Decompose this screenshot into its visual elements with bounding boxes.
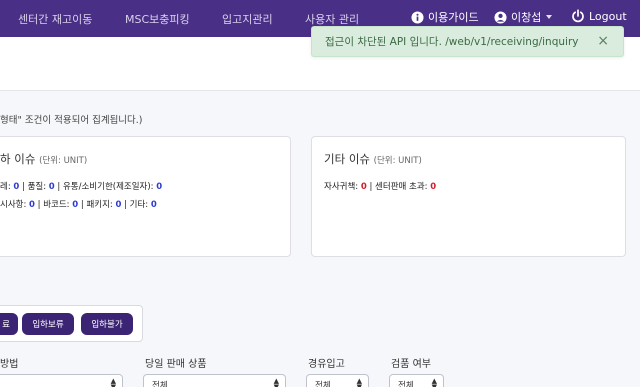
card-unit: (단위: UNIT)	[39, 156, 88, 166]
select-arrows-icon: ▲ ▼	[356, 377, 362, 387]
same-day-select[interactable]: 전체 ▲ ▼	[143, 374, 286, 387]
issue-label: | 패키지:	[78, 200, 116, 210]
issue-label: 레:	[0, 182, 14, 192]
issue-label: | 바코드:	[34, 200, 73, 210]
power-icon	[572, 9, 584, 23]
logout-label: Logout	[589, 9, 627, 23]
card-title-text: 하 이슈	[0, 152, 36, 166]
status-reject-button[interactable]: 입하불가	[81, 313, 133, 335]
user-icon	[494, 10, 507, 24]
issue-label: | 센터판매 초과:	[366, 182, 431, 192]
user-name: 이창섭	[511, 11, 542, 24]
toast-message: 접근이 차단된 API 입니다. /web/v1/receiving/inqui…	[325, 36, 579, 48]
method-select[interactable]: ▲ ▼	[0, 374, 123, 387]
status-hold-button[interactable]: 입하보류	[22, 313, 74, 335]
filter-label-same-day: 당일 판매 상품	[145, 359, 207, 370]
issue-count: 0	[156, 182, 163, 192]
issue-line-2: 시사항: 0 | 바코드: 0 | 패키지: 0 | 기타: 0	[0, 198, 157, 210]
select-arrows-icon: ▲ ▼	[273, 377, 279, 387]
select-value: 전체	[315, 381, 331, 387]
filter-label-method: 방법	[0, 359, 19, 370]
other-issue-line: 자사귀책: 0 | 센터판매 초과: 0	[324, 180, 436, 192]
nav-item-user-management[interactable]: 사용자 관리	[305, 11, 359, 27]
inspection-select[interactable]: 전체 ▲ ▼	[389, 374, 444, 387]
chevron-down-icon	[546, 15, 553, 19]
issue-label: 시사항:	[0, 200, 30, 210]
close-icon[interactable]: ×	[597, 33, 609, 49]
guide-link[interactable]: 이용가이드	[411, 9, 479, 25]
issue-count: 0	[150, 200, 157, 210]
issue-label: 자사귀책:	[324, 182, 361, 192]
issue-label: | 유통/소비기한(제조일자):	[54, 182, 157, 192]
card-unit: (단위: UNIT)	[373, 156, 422, 166]
user-menu[interactable]: 이창섭	[494, 9, 553, 25]
card-title-text: 기타 이슈	[324, 152, 370, 166]
nav-item-msc-replenish[interactable]: MSC보충피킹	[125, 11, 190, 27]
status-complete-button[interactable]: 료	[0, 313, 18, 335]
error-toast: 접근이 차단된 API 입니다. /web/v1/receiving/inqui…	[311, 26, 624, 57]
select-arrows-icon: ▲ ▼	[431, 377, 437, 387]
filter-label-inspection: 검품 여부	[391, 359, 431, 370]
issue-label: | 품질:	[19, 182, 49, 192]
select-value: 전체	[398, 381, 414, 387]
other-issue-title: 기타 이슈 (단위: UNIT)	[324, 151, 422, 167]
issue-label: | 기타:	[121, 200, 151, 210]
filter-label-via-inbound: 경유입고	[308, 359, 345, 370]
issue-line-1: 레: 0 | 품질: 0 | 유통/소비기한(제조일자): 0	[0, 180, 162, 192]
select-value: 전체	[152, 381, 168, 387]
nav-item-inbound-site[interactable]: 입고지관리	[222, 11, 273, 27]
aggregation-note: 형태" 조건이 적용되어 집계됩니다.)	[0, 115, 143, 126]
issue-count: 0	[430, 182, 437, 192]
inbound-issue-title: 하 이슈 (단위: UNIT)	[0, 151, 87, 167]
via-inbound-select[interactable]: 전체 ▲ ▼	[306, 374, 369, 387]
guide-label: 이용가이드	[428, 11, 479, 24]
nav-item-center-transfer[interactable]: 센터간 재고이동	[18, 11, 92, 27]
info-icon	[411, 10, 424, 24]
logout-button[interactable]: Logout	[571, 9, 627, 23]
select-arrows-icon: ▲ ▼	[110, 377, 116, 387]
